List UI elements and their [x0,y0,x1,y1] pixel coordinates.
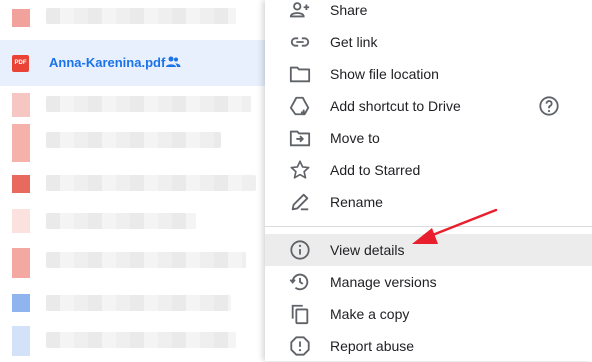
file-context-menu: Share Get link Show file location Add sh… [265,0,592,361]
menu-item-report-abuse[interactable]: Report abuse [265,330,592,362]
copy-icon [291,304,309,325]
menu-label-add-shortcut: Add shortcut to Drive [330,98,461,114]
file-type-icon [12,326,30,356]
file-type-icon [12,9,30,27]
menu-item-share[interactable]: Share [265,0,592,26]
pdf-icon: PDF [12,55,29,72]
menu-label-show-file-location: Show file location [330,66,439,82]
menu-label-move-to: Move to [330,130,380,146]
person-add-icon [289,2,310,18]
file-type-icon [12,248,30,278]
file-type-icon [12,175,30,193]
star-icon [290,160,310,179]
blurred-file-name [46,295,231,311]
move-folder-icon [289,130,311,147]
file-name[interactable]: Anna-Karenina.pdf [49,55,165,70]
menu-item-show-file-location[interactable]: Show file location [265,58,592,90]
folder-icon [289,66,311,83]
menu-item-add-to-starred[interactable]: Add to Starred [265,154,592,186]
menu-item-make-a-copy[interactable]: Make a copy [265,298,592,330]
menu-item-move-to[interactable]: Move to [265,122,592,154]
menu-label-manage-versions: Manage versions [330,274,437,290]
menu-item-view-details[interactable]: View details [265,234,592,266]
link-icon [290,37,310,47]
history-icon [289,273,309,291]
shared-people-icon [166,56,181,67]
help-icon[interactable] [538,95,560,117]
blurred-file-name [46,132,221,148]
blurred-file-name [46,8,236,24]
menu-label-report-abuse: Report abuse [330,338,415,354]
blurred-file-name [46,96,251,112]
blurred-file-name [46,252,246,268]
menu-divider [265,226,592,227]
report-icon [290,336,310,356]
menu-item-manage-versions[interactable]: Manage versions [265,266,592,298]
menu-label-rename: Rename [330,194,383,210]
menu-label-add-to-starred: Add to Starred [330,162,421,178]
drive-shortcut-icon [289,96,310,116]
pencil-icon [291,193,309,211]
menu-item-rename[interactable]: Rename [265,186,592,218]
info-icon [290,240,310,260]
menu-item-add-shortcut[interactable]: Add shortcut to Drive [265,90,592,122]
file-type-icon [12,93,30,117]
file-type-icon [12,209,30,233]
menu-label-get-link: Get link [330,34,378,50]
blurred-file-name [46,175,256,191]
menu-label-share: Share [330,2,368,18]
menu-label-view-details: View details [330,242,405,258]
file-type-icon [12,124,30,162]
blurred-file-name [46,213,196,229]
menu-label-make-a-copy: Make a copy [330,306,410,322]
file-type-icon [12,294,30,312]
menu-item-get-link[interactable]: Get link [265,26,592,58]
blurred-file-name [46,332,236,348]
